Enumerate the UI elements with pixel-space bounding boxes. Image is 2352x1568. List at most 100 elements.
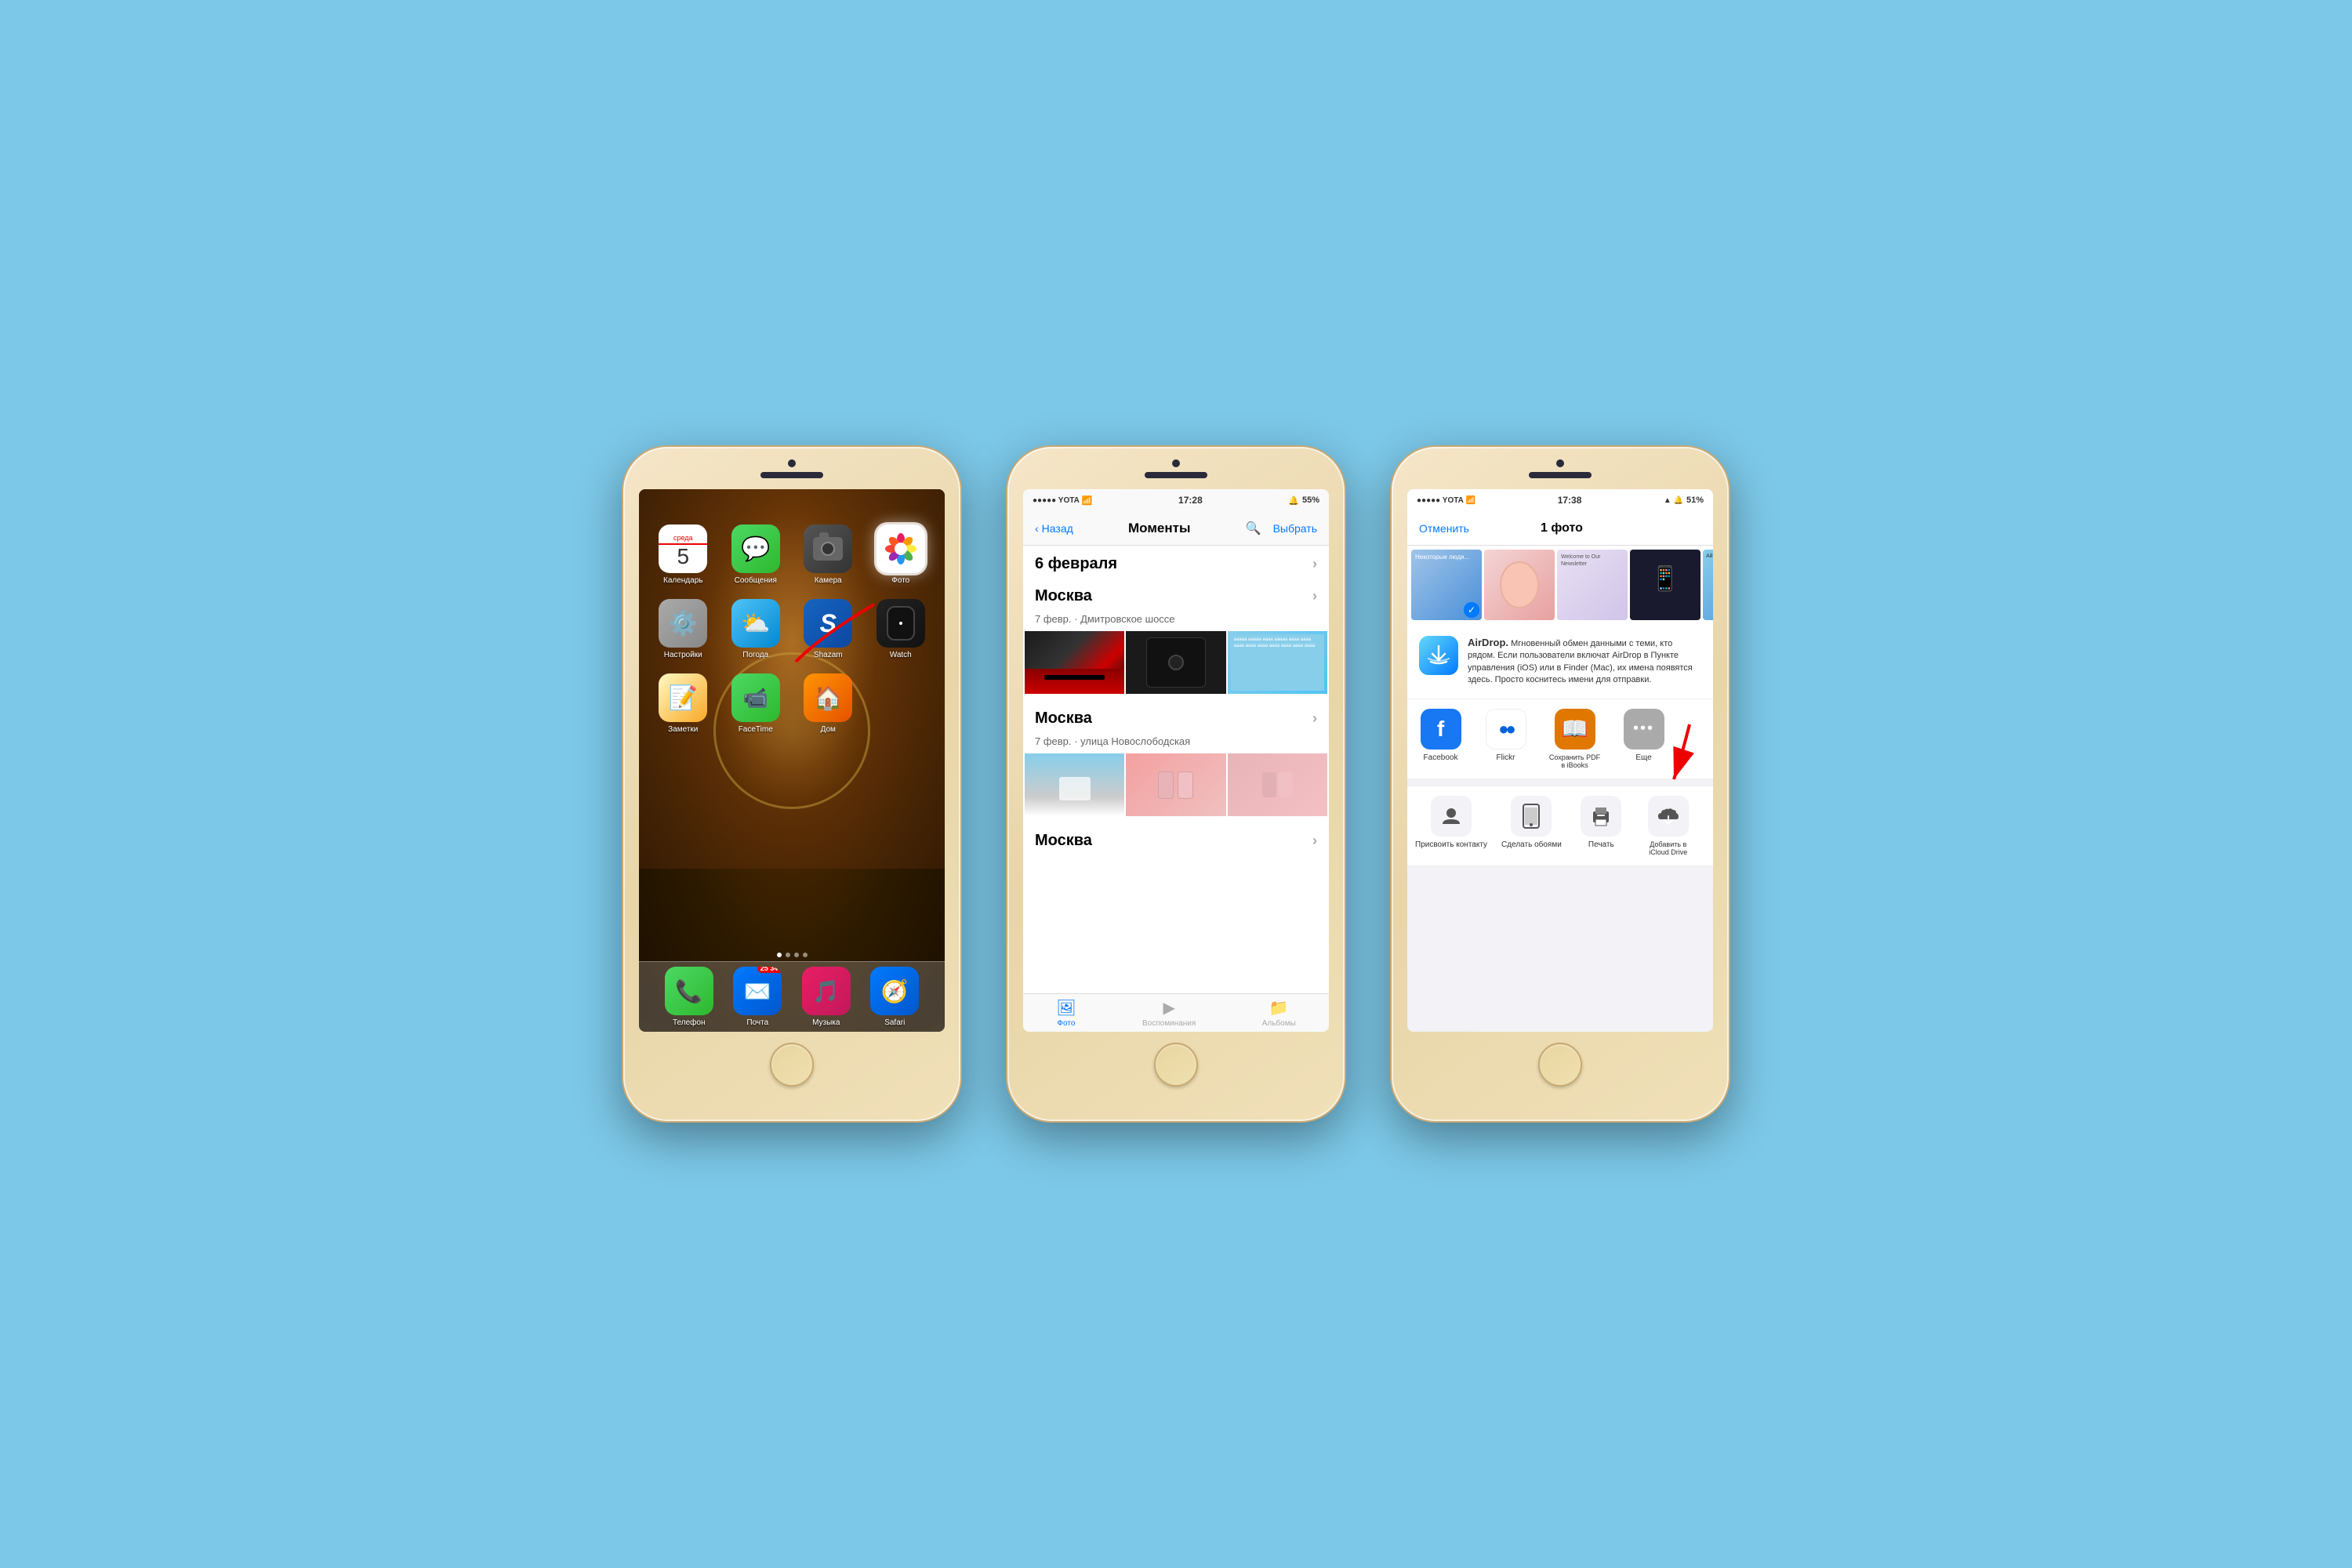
action-print[interactable]: Печать	[1576, 796, 1627, 856]
section-title-moscow1: Москва	[1035, 587, 1092, 605]
app-grid: среда 5 Календарь 💬 Сообщения	[639, 517, 945, 742]
airdrop-title: AirDrop.	[1468, 637, 1508, 648]
camera-label: Камера	[815, 576, 842, 585]
home-button-3[interactable]	[1538, 1043, 1582, 1087]
settings-label: Настройки	[664, 651, 702, 659]
calendar-day: 5	[677, 545, 689, 569]
flickr-label: Flickr	[1497, 753, 1515, 762]
time-2: 17:28	[1178, 495, 1203, 506]
app-icon-calendar[interactable]: среда 5 Календарь	[651, 524, 716, 585]
home-icon: 🏠	[814, 684, 843, 712]
photos-strip: ✓ Некоторые люди... Welcome to Our Newsl…	[1407, 546, 1713, 624]
weather-label: Погода	[742, 651, 768, 659]
strip-thumb-1[interactable]: ✓ Некоторые люди...	[1411, 550, 1482, 620]
airdrop-icon	[1419, 636, 1458, 675]
mail-badge: 25 340	[757, 967, 782, 973]
dock-mail-label: Почта	[746, 1018, 768, 1027]
app-icon-camera[interactable]: Камера	[796, 524, 861, 585]
app-icon-shazam[interactable]: S Shazam	[796, 599, 861, 659]
home-button-1[interactable]	[770, 1043, 814, 1087]
share-actions-row: Присвоить контакту Сделать обоями	[1407, 786, 1713, 866]
strip-thumb-4[interactable]: 📱	[1630, 550, 1700, 620]
tab-albums[interactable]: 📁 Альбомы	[1262, 998, 1296, 1028]
dock-mail[interactable]: ✉️ 25 340 Почта	[733, 967, 782, 1027]
settings-icon: ⚙️	[669, 610, 698, 637]
strip-thumb-5[interactable]: Айм зе бест...	[1703, 550, 1713, 620]
action-icloud[interactable]: Добавить в iCloud Drive	[1641, 796, 1696, 856]
photo-thumb-phones-rose[interactable]	[1126, 753, 1225, 816]
app-icon-messages[interactable]: 💬 Сообщения	[724, 524, 789, 585]
photos-label: Фото	[891, 576, 909, 585]
phone-icon: 📞	[675, 978, 702, 1004]
speaker-3	[1529, 472, 1592, 478]
speaker-2	[1145, 472, 1207, 478]
carrier-2: ●●●●● YOTA	[1033, 496, 1080, 505]
action-contact[interactable]: Присвоить контакту	[1415, 796, 1487, 856]
status-bar-2: ●●●●● YOTA 📶 17:28 🔔 55%	[1023, 489, 1329, 511]
back-button-2[interactable]: ‹ Назад	[1035, 522, 1073, 535]
app-icon-settings[interactable]: ⚙️ Настройки	[651, 599, 716, 659]
airdrop-section: AirDrop. Мгновенный обмен данными с теми…	[1407, 624, 1713, 699]
messages-icon: 💬	[741, 535, 770, 563]
share-more[interactable]: ••• Еще	[1618, 709, 1669, 769]
iphone-1: ●●●●● YOTA 📶 17:26 ⚡ 55% среда 5 Календа…	[623, 447, 960, 1121]
wallpaper-label: Сделать обоями	[1501, 840, 1562, 849]
shazam-icon: S	[820, 609, 837, 638]
back-label-2: Назад	[1042, 522, 1073, 535]
photo-thumb-dark[interactable]	[1126, 631, 1225, 694]
subsection-subtitle-moscow2: 7 февр. · улица Новослободская	[1035, 735, 1190, 747]
notes-label: Заметки	[668, 725, 698, 734]
app-icon-watch[interactable]: Watch	[869, 599, 934, 659]
tab-memories[interactable]: ▶ Воспоминания	[1142, 998, 1196, 1028]
strip-thumb-2[interactable]	[1484, 550, 1555, 620]
calendar-weekday: среда	[659, 534, 707, 545]
tab-photos[interactable]: 🖼 Фото	[1056, 998, 1076, 1028]
photo-thumb-vr[interactable]	[1025, 631, 1124, 694]
nav-title-2: Моменты	[1128, 521, 1190, 536]
icloud-label: Добавить в iCloud Drive	[1641, 840, 1696, 856]
section-header-feb6: 6 февраля ›	[1023, 546, 1329, 578]
app-icon-photos[interactable]: Фото	[869, 524, 934, 585]
facetime-label: FaceTime	[739, 725, 773, 734]
music-icon: 🎵	[812, 978, 840, 1004]
app-icon-home[interactable]: 🏠 Дом	[796, 673, 861, 734]
section-header-moscow1: Москва ›	[1023, 578, 1329, 610]
subsection-moscow2: 7 февр. · улица Новослободская	[1023, 732, 1329, 753]
tab-bar-2: 🖼 Фото ▶ Воспоминания 📁 Альбомы	[1023, 993, 1329, 1032]
dock-phone-label: Телефон	[673, 1018, 705, 1027]
search-button-2[interactable]: 🔍	[1246, 521, 1261, 536]
share-ibooks[interactable]: 📖 Сохранить PDF в iBooks	[1545, 709, 1604, 769]
chevron-moscow3: ›	[1312, 833, 1317, 849]
strip-thumb-3[interactable]: Welcome to Our Newsletter	[1557, 550, 1628, 620]
app-icon-facetime[interactable]: 📹 FaceTime	[724, 673, 789, 734]
dock-safari-label: Safari	[884, 1018, 905, 1027]
section-header-moscow3: Москва ›	[1023, 822, 1329, 855]
app-icon-notes[interactable]: 📝 Заметки	[651, 673, 716, 734]
photo-thumb-snow[interactable]	[1025, 753, 1124, 816]
photo-grid-moscow1: ааааа ааааа аааа ааааа аааа аааа аааа аа…	[1025, 631, 1327, 694]
photo-thumb-blue[interactable]: ааааа ааааа аааа ааааа аааа аааа аааа аа…	[1228, 631, 1327, 694]
facebook-label: Facebook	[1424, 753, 1458, 762]
section-header-moscow2: Москва ›	[1023, 700, 1329, 732]
dock-music[interactable]: 🎵 Музыка	[802, 967, 851, 1027]
tab-photos-label: Фото	[1057, 1019, 1075, 1028]
select-button-2[interactable]: Выбрать	[1273, 522, 1317, 535]
share-flickr[interactable]: ●● Flickr	[1480, 709, 1531, 769]
nav-bar-2: ‹ Назад Моменты 🔍 Выбрать	[1023, 511, 1329, 546]
shazam-label: Shazam	[814, 651, 843, 659]
battery-3: 51%	[1686, 495, 1704, 505]
photos-list[interactable]: 6 февраля › Москва › 7 февр. · Дмитровск…	[1023, 546, 1329, 993]
dock-phone[interactable]: 📞 Телефон	[665, 967, 713, 1027]
battery-2: 55%	[1302, 495, 1319, 505]
front-camera-1	[788, 459, 796, 467]
photo-thumb-phones-rose2[interactable]	[1228, 753, 1327, 816]
app-icon-weather[interactable]: ⛅ Погода	[724, 599, 789, 659]
chevron-moscow1: ›	[1312, 588, 1317, 604]
dock-safari[interactable]: 🧭 Safari	[870, 967, 919, 1027]
mail-icon: ✉️	[744, 978, 771, 1004]
status-bar-3: ●●●●● YOTA 📶 17:38 ▲ 🔔 51%	[1407, 489, 1713, 511]
cancel-button-3[interactable]: Отменить	[1419, 522, 1469, 535]
share-facebook[interactable]: f Facebook	[1415, 709, 1466, 769]
action-wallpaper[interactable]: Сделать обоями	[1501, 796, 1562, 856]
home-button-2[interactable]	[1154, 1043, 1198, 1087]
